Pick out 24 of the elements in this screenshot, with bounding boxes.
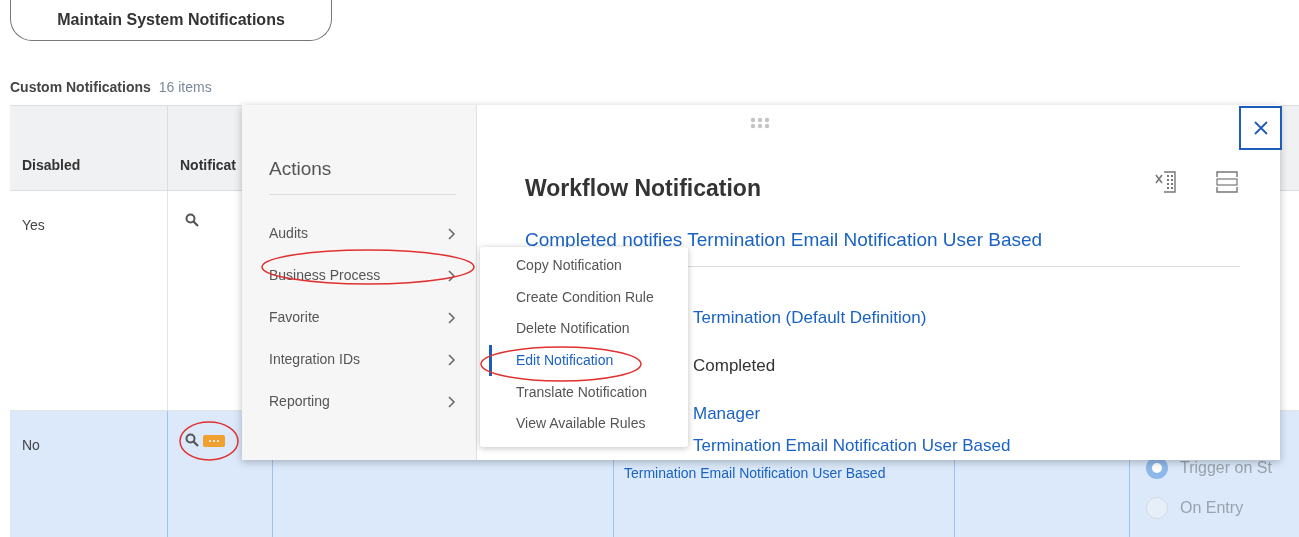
- disabled-value: Yes: [22, 217, 45, 233]
- menu-item[interactable]: Business Process: [269, 254, 456, 297]
- menu-item[interactable]: Audits: [269, 212, 456, 255]
- section-title: Custom Notifications: [10, 78, 151, 97]
- submenu-item[interactable]: Delete Notification: [489, 313, 688, 345]
- field-value: Completed: [693, 355, 776, 377]
- menu-item[interactable]: Favorite: [269, 296, 456, 339]
- column-header: Disabled: [10, 106, 168, 191]
- disabled-value: No: [22, 437, 40, 453]
- radio-label: Trigger on St: [1180, 458, 1272, 478]
- detail-title: Workflow Notification: [525, 174, 761, 203]
- radio-label: On Entry: [1180, 498, 1244, 518]
- menu-item[interactable]: Integration IDs: [269, 338, 456, 381]
- menu-item[interactable]: Reporting: [269, 380, 456, 423]
- field-link[interactable]: Manager: [693, 401, 761, 427]
- submenu-item[interactable]: Create Condition Rule: [489, 281, 688, 314]
- submenu-item[interactable]: View Available Rules: [489, 407, 688, 440]
- item-count: 16 items: [158, 78, 212, 97]
- notification-link[interactable]: Termination Email Notification User Based: [624, 465, 886, 481]
- field-link[interactable]: Termination Email Notification User Based: [693, 433, 1011, 459]
- submenu-item[interactable]: Translate Notification: [489, 376, 688, 408]
- maintain-button[interactable]: Maintain System Notifications: [10, 0, 332, 41]
- field-link[interactable]: Termination (Default Definition): [693, 305, 927, 331]
- submenu-item[interactable]: Edit Notification: [489, 344, 688, 377]
